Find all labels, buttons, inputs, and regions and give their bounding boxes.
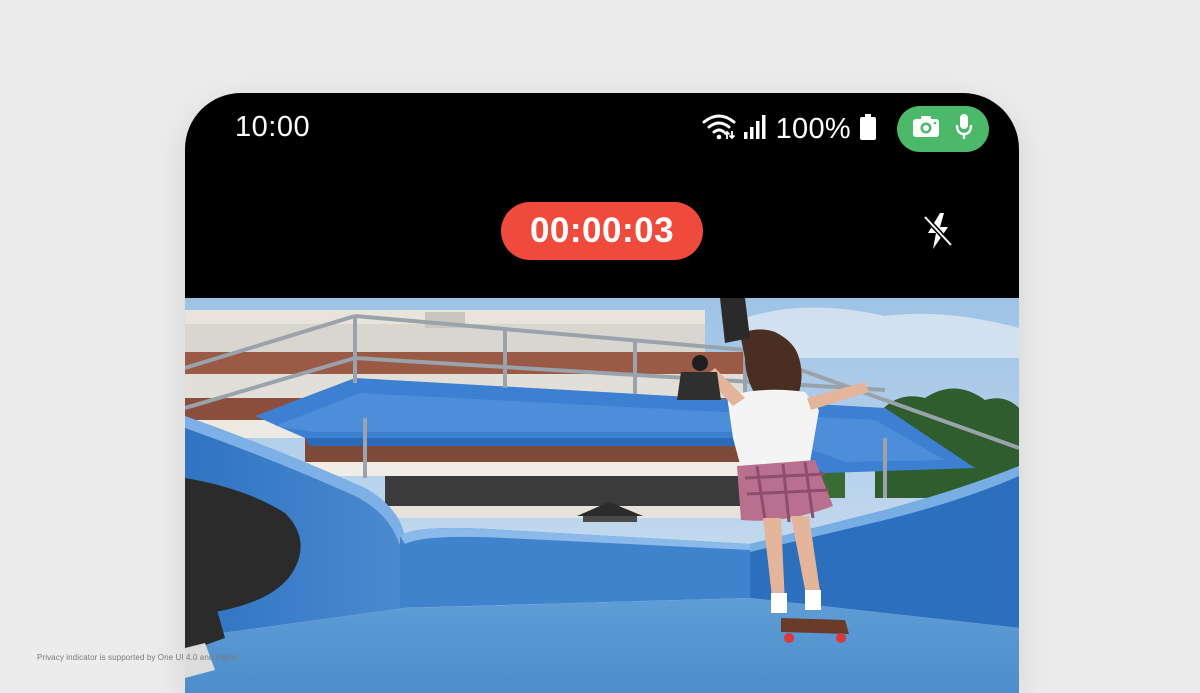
wifi-icon (702, 113, 736, 146)
status-icons: 100% (702, 106, 989, 152)
status-bar: 10:00 100% (185, 93, 1019, 165)
microphone-icon (954, 113, 974, 146)
battery-icon (859, 113, 877, 146)
viewfinder-scene (185, 298, 1019, 693)
privacy-indicator[interactable] (897, 106, 989, 152)
recording-timer: 00:00:03 (501, 202, 703, 260)
flash-off-icon (921, 211, 955, 256)
phone-screen: 10:00 100% 00:00:03 (185, 93, 1019, 693)
privacy-footnote: Privacy indicator is supported by One UI… (37, 653, 241, 662)
signal-icon (743, 114, 768, 145)
camera-viewfinder[interactable] (185, 298, 1019, 693)
camera-icon (912, 115, 940, 143)
flash-toggle-button[interactable] (916, 211, 960, 255)
status-time: 10:00 (235, 111, 311, 143)
battery-percent: 100% (775, 112, 851, 145)
